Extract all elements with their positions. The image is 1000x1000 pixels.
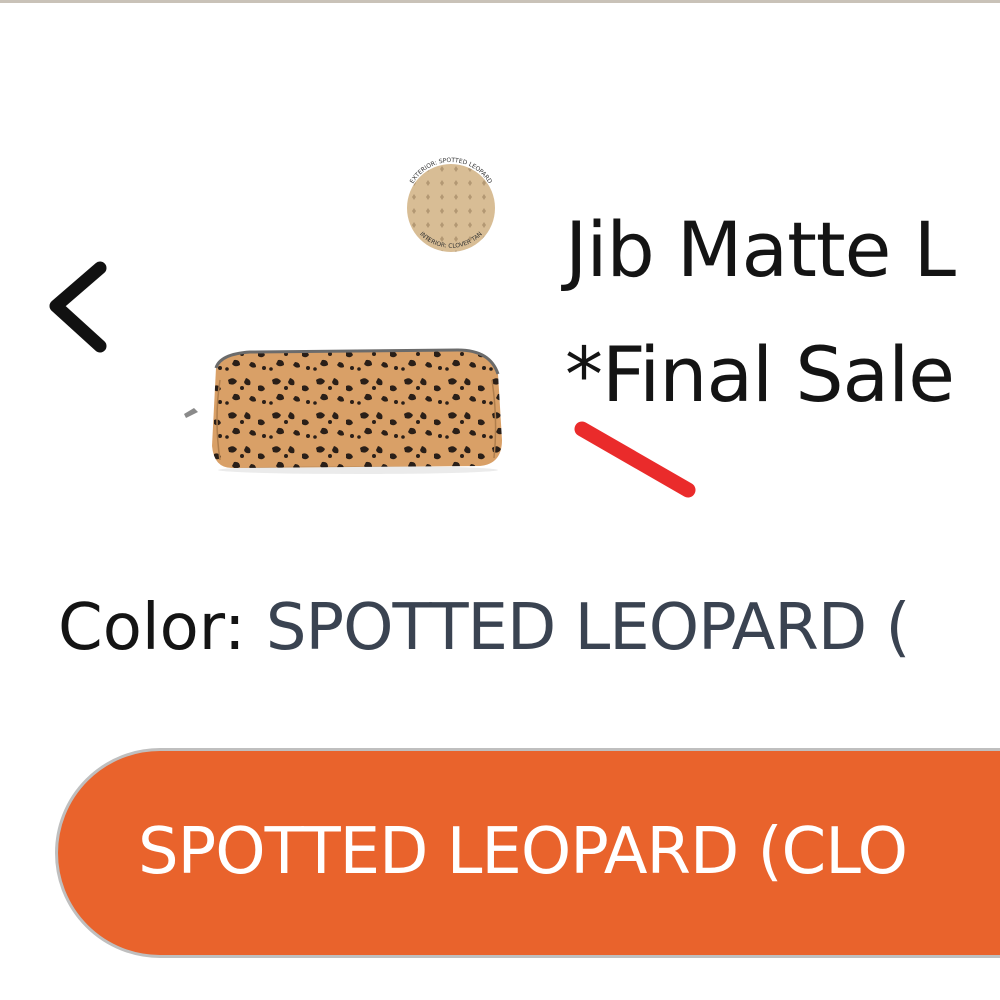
final-sale-note: *Final Sale <box>565 330 955 419</box>
red-annotation-stroke <box>570 415 705 505</box>
chevron-left-icon <box>49 261 107 353</box>
product-title: Jib Matte L <box>565 205 956 294</box>
top-divider <box>0 0 1000 3</box>
color-swatch[interactable]: EXTERIOR: SPOTTED LEOPARD INTERIOR: CLOV… <box>393 148 509 264</box>
product-detail-page: EXTERIOR: SPOTTED LEOPARD INTERIOR: CLOV… <box>0 0 1000 1000</box>
product-image <box>180 340 510 475</box>
color-value: SPOTTED LEOPARD ( <box>265 591 911 665</box>
variant-option-label: SPOTTED LEOPARD (CLO <box>138 815 908 889</box>
color-label: Color: <box>58 591 246 665</box>
color-selection-row: Color: SPOTTED LEOPARD ( <box>58 585 911 671</box>
variant-option-button[interactable]: SPOTTED LEOPARD (CLO <box>55 748 1000 958</box>
previous-image-button[interactable] <box>38 250 128 370</box>
